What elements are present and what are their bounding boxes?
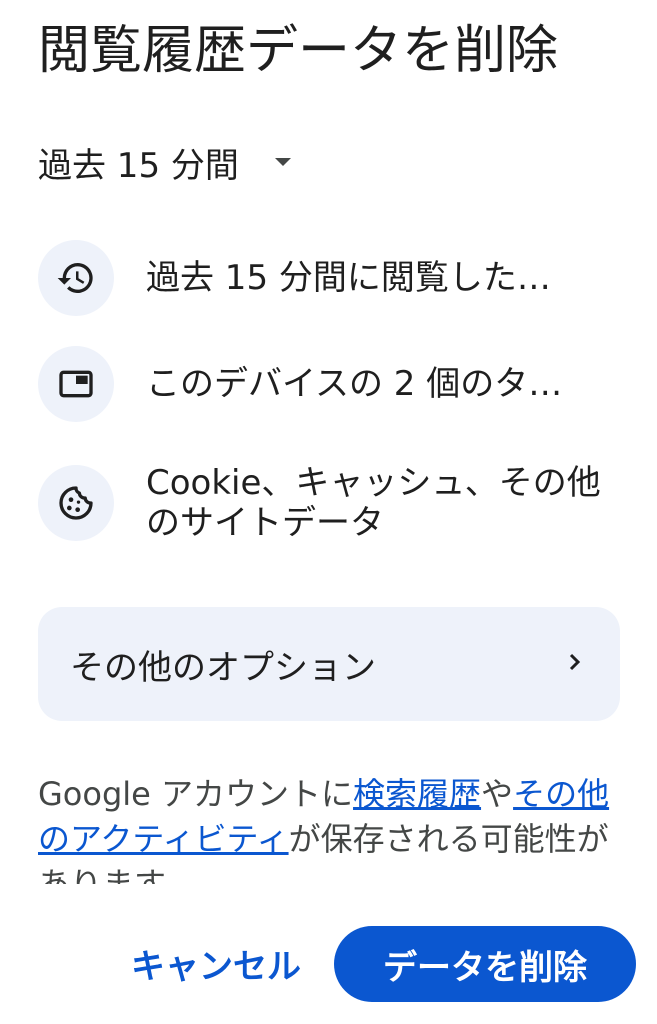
cookie-icon <box>38 465 114 541</box>
delete-data-button[interactable]: データを削除 <box>334 926 636 1002</box>
history-item-label: 過去 15 分間に閲覧した… <box>146 258 551 298</box>
clear-browsing-data-dialog: 閲覧履歴データを削除 過去 15 分間 過去 15 分間に閲覧した… このデバイ… <box>0 0 657 1024</box>
cancel-button[interactable]: キャンセル <box>118 926 314 1000</box>
more-options-label: その他のオプション <box>70 647 376 688</box>
dialog-title: 閲覧履歴データを削除 <box>38 21 559 81</box>
activity-notice: Google アカウントに検索履歴やその他のアクティビティが保存される可能性があ… <box>38 772 618 884</box>
more-options-button[interactable]: その他のオプション <box>38 607 620 721</box>
list-item-tabs: このデバイスの 2 個のタ… <box>38 346 618 422</box>
list-item-history: 過去 15 分間に閲覧した… <box>38 240 618 316</box>
notice-prefix: Google アカウントに <box>38 775 354 813</box>
arrow-drop-down-icon <box>274 158 291 166</box>
tabs-item-label: このデバイスの 2 個のタ… <box>146 364 563 404</box>
tab-icon <box>38 346 114 422</box>
time-range-value: 過去 15 分間 <box>38 145 239 186</box>
search-history-link[interactable]: 検索履歴 <box>353 775 481 813</box>
notice-middle: や <box>481 775 514 813</box>
list-item-cookies: Cookie、キャッシュ、その他のサイトデータ <box>38 463 618 543</box>
history-icon <box>38 240 114 316</box>
time-range-dropdown[interactable]: 過去 15 分間 <box>38 134 291 190</box>
chevron-right-icon <box>562 650 586 678</box>
cookies-item-label: Cookie、キャッシュ、その他のサイトデータ <box>146 463 601 543</box>
